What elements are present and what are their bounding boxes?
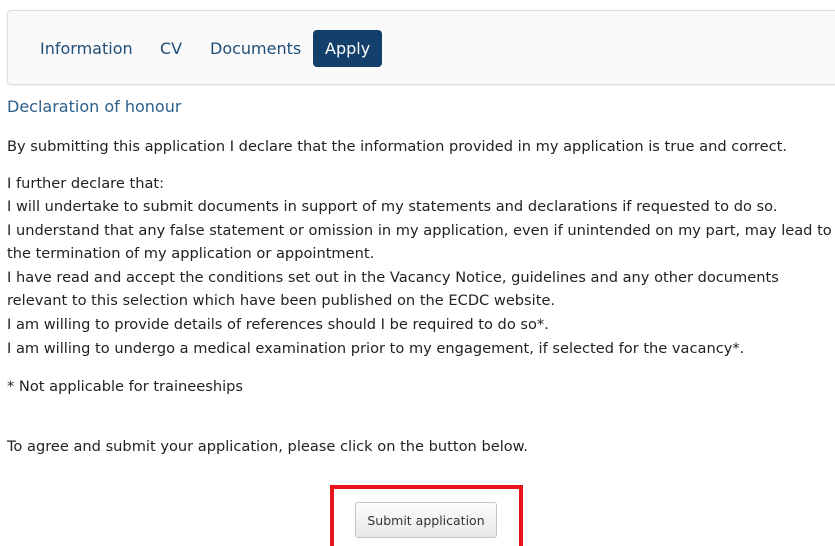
declaration-line: I understand that any false statement or… — [7, 222, 832, 239]
tab-documents[interactable]: Documents — [210, 30, 301, 67]
tab-cv[interactable]: CV — [160, 30, 182, 67]
tab-information[interactable]: Information — [40, 30, 133, 67]
declaration-line: relevant to this selection which have be… — [7, 292, 556, 309]
section-title: Declaration of honour — [7, 97, 182, 116]
tab-bar: Information CV Documents Apply — [7, 10, 835, 85]
submit-application-button[interactable]: Submit application — [355, 502, 497, 538]
declaration-line: the termination of my application or app… — [7, 245, 375, 262]
instruction-text: To agree and submit your application, pl… — [7, 438, 528, 455]
declaration-line: I have read and accept the conditions se… — [7, 269, 779, 286]
declaration-line: I will undertake to submit documents in … — [7, 198, 778, 215]
further-declare-text: I further declare that: — [7, 175, 165, 192]
declaration-line: I am willing to undergo a medical examin… — [7, 340, 745, 357]
tab-apply[interactable]: Apply — [313, 30, 383, 67]
intro-text: By submitting this application I declare… — [7, 138, 787, 155]
footnote: * Not applicable for traineeships — [7, 378, 244, 395]
declaration-line: I am willing to provide details of refer… — [7, 316, 549, 333]
